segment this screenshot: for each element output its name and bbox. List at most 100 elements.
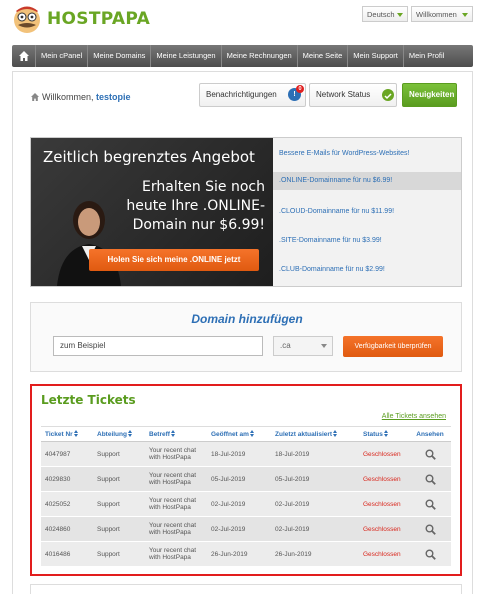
chevron-down-icon xyxy=(462,13,468,17)
chevron-down-icon xyxy=(321,344,327,348)
ticket-opened: 05-Jul-2019 xyxy=(207,466,271,492)
nav-item-support[interactable]: Mein Support xyxy=(348,45,404,67)
col-ticket-nr[interactable]: Ticket Nr xyxy=(41,426,93,442)
ticket-view-cell[interactable] xyxy=(409,441,451,467)
info-icon: ! 0 xyxy=(288,85,304,101)
ticket-status: Geschlossen xyxy=(359,516,409,542)
next-panel xyxy=(30,584,462,594)
ticket-updated: 05-Jul-2019 xyxy=(271,466,359,492)
ticket-view-cell[interactable] xyxy=(409,516,451,542)
check-availability-button[interactable]: Verfügbarkeit überprüfen xyxy=(343,336,443,357)
ticket-updated: 26-Jun-2019 xyxy=(271,541,359,567)
ticket-row[interactable]: 4024860 Support Your recent chat with Host… xyxy=(41,516,451,542)
ticket-department: Support xyxy=(93,541,145,567)
ticket-status: Geschlossen xyxy=(359,441,409,467)
nav-item-invoices[interactable]: Meine Rechnungen xyxy=(222,45,298,67)
ticket-nr: 4025052 xyxy=(41,491,93,517)
ticket-status: Geschlossen xyxy=(359,466,409,492)
ticket-row[interactable]: 4016486 Support Your recent chat with Host… xyxy=(41,541,451,567)
col-subject[interactable]: Betreff xyxy=(145,426,207,442)
col-view: Ansehen xyxy=(409,426,451,442)
all-tickets-link[interactable]: Alle Tickets ansehen xyxy=(382,413,446,420)
promo-link-site[interactable]: .SITE-Domainname für nu $3.99! xyxy=(279,237,382,244)
domain-search-input[interactable]: zum Beispiel xyxy=(53,336,263,356)
main-panel: Willkommen, testopie Benachrichtigungen … xyxy=(12,71,473,594)
promo-link-online[interactable]: .ONLINE-Domainname für nu $6.99! xyxy=(273,172,461,190)
ticket-row[interactable]: 4029830 Support Your recent chat with Host… xyxy=(41,466,451,492)
notifications-count: 0 xyxy=(296,85,304,93)
chevron-down-icon xyxy=(397,13,403,17)
notifications-button[interactable]: Benachrichtigungen ! 0 xyxy=(199,83,306,107)
ticket-department: Support xyxy=(93,491,145,517)
ticket-nr: 4016486 xyxy=(41,541,93,567)
language-select[interactable]: Deutsch xyxy=(362,6,408,22)
ticket-nr: 4029830 xyxy=(41,466,93,492)
magnifier-icon[interactable] xyxy=(425,549,436,560)
ticket-opened: 26-Jun-2019 xyxy=(207,541,271,567)
nav-item-cpanel[interactable]: Mein cPanel xyxy=(36,45,89,67)
ticket-department: Support xyxy=(93,516,145,542)
sort-icon xyxy=(383,430,389,437)
sort-icon xyxy=(73,430,79,437)
hostpapa-logo[interactable]: HOSTPAPA xyxy=(10,2,150,36)
nav-item-website[interactable]: Meine Seite xyxy=(298,45,349,67)
ticket-row[interactable]: 4025052 Support Your recent chat with Host… xyxy=(41,491,451,517)
col-updated[interactable]: Zuletzt aktualisiert xyxy=(271,426,359,442)
ticket-updated: 02-Jul-2019 xyxy=(271,516,359,542)
magnifier-icon[interactable] xyxy=(425,474,436,485)
promo-cta-button[interactable]: Holen Sie sich meine .ONLINE jetzt xyxy=(89,249,259,271)
nav-item-domains[interactable]: Meine Domains xyxy=(88,45,152,67)
ticket-row[interactable]: 4047987 Support Your recent chat with Host… xyxy=(41,441,451,467)
magnifier-icon[interactable] xyxy=(425,499,436,510)
network-status-button[interactable]: Network Status xyxy=(309,83,397,107)
tld-select-value: .ca xyxy=(280,341,291,350)
logo-text: HOSTPAPA xyxy=(47,9,151,29)
add-domain-box: Domain hinzufügen zum Beispiel .ca Verfü… xyxy=(30,302,462,372)
sort-icon xyxy=(333,430,338,437)
ticket-opened: 02-Jul-2019 xyxy=(207,516,271,542)
tickets-header-row: Ticket Nr Abteilung Betreff Geöffnet am … xyxy=(41,426,451,442)
welcome-message: Willkommen, testopie xyxy=(31,92,131,102)
ticket-subject: Your recent chat with HostPapa xyxy=(145,441,207,467)
promo-links: Bessere E-Mails für WordPress-Websites! … xyxy=(273,138,461,286)
check-icon xyxy=(382,89,394,101)
ticket-opened: 18-Jul-2019 xyxy=(207,441,271,467)
recent-tickets-panel: Letzte Tickets Alle Tickets ansehen Tick… xyxy=(30,384,462,576)
ticket-status: Geschlossen xyxy=(359,541,409,567)
col-status[interactable]: Status xyxy=(359,426,409,442)
domain-title: Domain hinzufügen xyxy=(191,312,303,326)
username: testopie xyxy=(96,92,131,102)
ticket-subject: Your recent chat with HostPapa xyxy=(145,466,207,492)
nav-home[interactable] xyxy=(12,45,36,67)
ticket-view-cell[interactable] xyxy=(409,466,451,492)
sort-icon xyxy=(170,430,176,437)
welcome-prefix: Willkommen, xyxy=(42,92,94,102)
ticket-view-cell[interactable] xyxy=(409,491,451,517)
magnifier-icon[interactable] xyxy=(425,524,436,535)
home-icon xyxy=(19,51,29,61)
tickets-table: Ticket Nr Abteilung Betreff Geöffnet am … xyxy=(41,426,451,567)
news-button[interactable]: Neuigkeiten xyxy=(402,83,457,107)
ticket-status: Geschlossen xyxy=(359,491,409,517)
ticket-updated: 18-Jul-2019 xyxy=(271,441,359,467)
col-department[interactable]: Abteilung xyxy=(93,426,145,442)
promo-link-wordpress[interactable]: Bessere E-Mails für WordPress-Websites! xyxy=(279,150,409,157)
promo-link-cloud[interactable]: .CLOUD-Domainname für nu $11.99! xyxy=(279,208,394,215)
tld-select[interactable]: .ca xyxy=(273,336,333,356)
promo-link-club[interactable]: .CLUB-Domainname für nu $2.99! xyxy=(279,266,385,273)
promo-text: Erhalten Sie noch heute Ihre .ONLINE-Dom… xyxy=(126,179,265,233)
ticket-view-cell[interactable] xyxy=(409,541,451,567)
nav-item-profile[interactable]: Mein Profil xyxy=(404,45,449,67)
ticket-opened: 02-Jul-2019 xyxy=(207,491,271,517)
magnifier-icon[interactable] xyxy=(425,449,436,460)
network-status-label: Network Status xyxy=(316,90,371,99)
home-icon xyxy=(31,93,39,101)
notifications-label: Benachrichtigungen xyxy=(206,90,277,99)
col-opened[interactable]: Geöffnet am xyxy=(207,426,271,442)
ticket-updated: 02-Jul-2019 xyxy=(271,491,359,517)
ticket-subject: Your recent chat with HostPapa xyxy=(145,491,207,517)
top-bar: HOSTPAPA Deutsch Willkommen xyxy=(0,0,486,42)
nav-item-services[interactable]: Meine Leistungen xyxy=(151,45,222,67)
promo-slide[interactable]: Zeitlich begrenztes Angebot Erhalten Sie… xyxy=(31,138,273,286)
account-select[interactable]: Willkommen xyxy=(411,6,473,22)
